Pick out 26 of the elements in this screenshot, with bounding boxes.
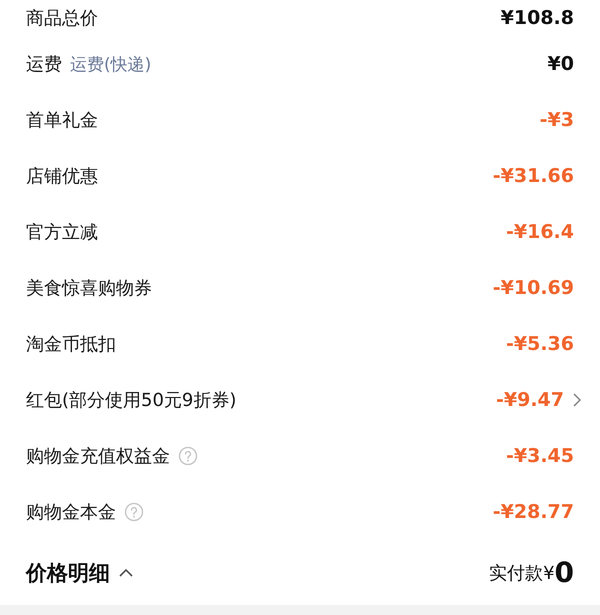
row-value: ¥108.8 [500,7,574,29]
row-label: 淘金币抵扣 [26,333,116,356]
row-label: 红包(部分使用50元9折券) [26,389,236,412]
row-label: 购物金充值权益金 [26,445,170,468]
row-value: ¥0 [548,53,574,75]
caret-icon[interactable] [118,568,134,578]
row-note: 运费(快递) [70,54,152,76]
row-label: 店铺优惠 [26,165,98,188]
row-value: -¥31.66 [492,165,574,187]
chevron-right-icon[interactable] [572,392,582,408]
total-label: 实付款¥ [489,562,555,584]
row-value: -¥9.47 [496,389,564,411]
row-value: -¥16.4 [506,221,574,243]
row-label: 运费 [26,53,62,76]
row-value: -¥5.36 [506,333,574,355]
row-label: 官方立减 [26,221,98,244]
row-label: 商品总价 [26,7,98,30]
price-detail-title: 价格明细 [26,560,110,586]
row-value: -¥3 [540,109,574,131]
row-value: -¥28.77 [492,501,574,523]
row-label: 首单礼金 [26,109,98,132]
row-label: 美食惊喜购物券 [26,277,152,300]
row-value: -¥10.69 [492,277,574,299]
total-amount: 0 [554,556,574,589]
row-value: -¥3.45 [506,445,574,467]
row-label: 购物金本金 [26,501,116,524]
